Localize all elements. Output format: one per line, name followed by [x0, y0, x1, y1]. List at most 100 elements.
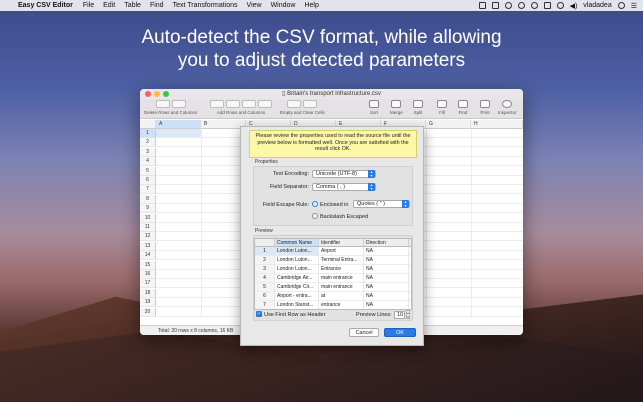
volume-icon[interactable]: ◀)	[570, 2, 578, 10]
wifi-icon[interactable]	[556, 2, 564, 9]
split-tool[interactable]: Split	[413, 100, 423, 115]
fill-tool[interactable]: Fill	[437, 100, 447, 115]
row-header[interactable]: 9	[140, 204, 156, 214]
column-header[interactable]: H	[471, 120, 523, 129]
time-machine-icon[interactable]	[517, 2, 525, 9]
menu-file[interactable]: File	[83, 2, 94, 9]
column-header[interactable]: A	[156, 120, 201, 129]
add-row-above-button[interactable]	[210, 100, 224, 108]
delete-label: Delete Rows and Columns	[144, 110, 198, 115]
preview-column-header[interactable]: Common Name	[275, 239, 319, 247]
preview-corner	[255, 239, 275, 247]
first-row-header-label: Use First Row as Header	[264, 312, 326, 318]
menu-app-name[interactable]: Easy CSV Editor	[18, 2, 73, 9]
menu-table[interactable]: Table	[124, 2, 141, 9]
add-row-below-button[interactable]	[226, 100, 240, 108]
row-header[interactable]: 3	[140, 147, 156, 157]
field-separator-select[interactable]: Comma ( , ) ▴ ▾	[312, 183, 376, 191]
csv-import-dialog: Please review the properties used to rea…	[240, 126, 424, 346]
preview-cell: Airport - entra...	[275, 292, 319, 301]
add-column-right-button[interactable]	[258, 100, 272, 108]
merge-tool[interactable]: Merge	[390, 100, 403, 115]
preview-table[interactable]: Common Name Identifier Direction 1 London…	[254, 238, 412, 310]
print-tool[interactable]: Print	[480, 100, 490, 115]
menu-text-transformations[interactable]: Text Transformations	[173, 2, 238, 9]
row-header[interactable]: 6	[140, 176, 156, 185]
notification-center-icon[interactable]: ☰	[631, 2, 637, 10]
sort-tool[interactable]: Sort	[369, 100, 379, 115]
menu-edit[interactable]: Edit	[103, 2, 115, 9]
preview-row-number: 6	[255, 292, 275, 301]
row-header[interactable]: 4	[140, 157, 156, 167]
clear-cells-button[interactable]	[303, 100, 318, 108]
properties-title: Properties	[255, 159, 278, 165]
row-header[interactable]: 2	[140, 138, 156, 148]
row-header[interactable]: 10	[140, 213, 156, 223]
preview-cell: London Luton...	[275, 256, 319, 265]
window-title: Britain's transport infrastructure.csv	[287, 91, 381, 97]
quote-char-value: Quotes ( " )	[357, 201, 385, 207]
row-header[interactable]: 8	[140, 194, 156, 204]
empty-clear-group: Empty and Clear Cells	[280, 100, 325, 115]
row-header[interactable]: 5	[140, 166, 156, 176]
zoom-window-button[interactable]	[163, 91, 169, 97]
row-header[interactable]: 13	[140, 241, 156, 251]
preview-lines-stepper[interactable]: ▴ ▾	[406, 310, 410, 319]
menu-view[interactable]: View	[247, 2, 262, 9]
preview-cell: London Luton...	[275, 247, 319, 256]
find-tool[interactable]: Find	[458, 100, 468, 115]
ok-button[interactable]: OK	[384, 328, 416, 337]
empty-cells-button[interactable]	[287, 100, 302, 108]
timer-icon[interactable]	[530, 2, 538, 9]
spotlight-icon[interactable]	[617, 2, 625, 9]
preview-column-header[interactable]	[409, 239, 411, 247]
preview-cell: N	[409, 292, 411, 301]
skype-icon[interactable]	[504, 2, 512, 9]
row-header[interactable]: 14	[140, 251, 156, 261]
row-header[interactable]: 20	[140, 307, 156, 317]
row-header[interactable]: 17	[140, 279, 156, 289]
enclosed-label: Enclosed in	[320, 202, 349, 208]
cancel-button[interactable]: Cancel	[349, 328, 379, 337]
preview-column-header[interactable]: Identifier	[319, 239, 364, 247]
row-header[interactable]: 1	[140, 129, 156, 138]
preview-lines-input[interactable]: 10	[394, 311, 405, 319]
preview-cell: London Stanst...	[275, 301, 319, 309]
screen-icon[interactable]	[491, 2, 499, 9]
row-header[interactable]: 11	[140, 223, 156, 232]
delete-columns-button[interactable]	[171, 100, 186, 108]
column-divider	[426, 129, 427, 318]
enclosed-radio[interactable]	[312, 201, 318, 207]
add-column-left-button[interactable]	[242, 100, 256, 108]
row-header[interactable]: 19	[140, 298, 156, 308]
battery-icon[interactable]	[543, 2, 551, 9]
preview-cell: L	[409, 256, 411, 265]
inspector-tool[interactable]: Inspector	[498, 100, 517, 115]
preview-cell: L	[409, 247, 411, 256]
close-window-button[interactable]	[145, 91, 151, 97]
preview-cell: NA	[364, 265, 409, 274]
text-encoding-select[interactable]: Unicode (UTF-8) ▴ ▾	[312, 170, 376, 178]
delete-rows-button[interactable]	[155, 100, 170, 108]
corner-cell[interactable]	[140, 120, 156, 129]
row-header[interactable]: 7	[140, 185, 156, 195]
row-header[interactable]: 15	[140, 260, 156, 270]
preview-lines-label: Preview Lines:	[356, 312, 392, 318]
user-name[interactable]: vladadea	[583, 2, 611, 9]
window-titlebar[interactable]: ▯ Britain's transport infrastructure.csv	[140, 89, 523, 99]
dropbox-icon[interactable]	[478, 2, 486, 9]
preview-column-header[interactable]: Direction	[364, 239, 409, 247]
minimize-window-button[interactable]	[154, 91, 160, 97]
column-header[interactable]: G	[426, 120, 471, 129]
menu-find[interactable]: Find	[150, 2, 164, 9]
row-header[interactable]: 12	[140, 232, 156, 242]
menu-help[interactable]: Help	[304, 2, 318, 9]
field-separator-value: Comma ( , )	[316, 184, 346, 190]
backslash-radio[interactable]	[312, 213, 318, 219]
menu-window[interactable]: Window	[271, 2, 296, 9]
row-header[interactable]: 16	[140, 270, 156, 279]
preview-cell: Terminal Entra...	[319, 256, 364, 265]
first-row-header-checkbox[interactable]: ✓	[256, 311, 262, 317]
quote-char-select[interactable]: Quotes ( " ) ▴ ▾	[353, 200, 410, 208]
row-header[interactable]: 18	[140, 288, 156, 298]
